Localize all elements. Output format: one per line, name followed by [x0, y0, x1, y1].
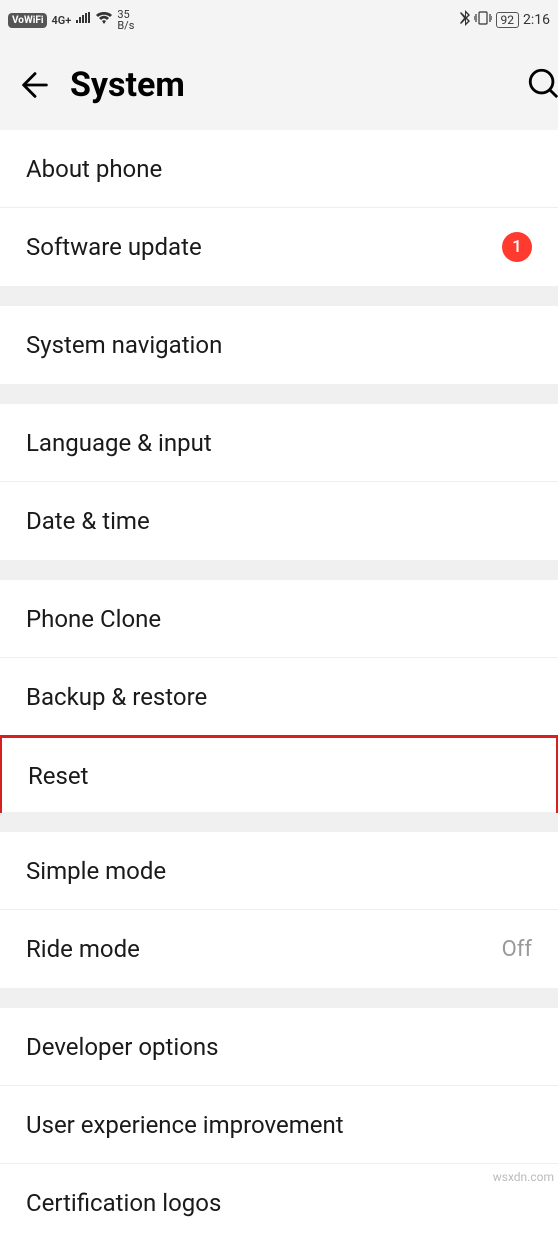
settings-group: Developer options User experience improve…: [0, 1008, 558, 1242]
row-developer-options[interactable]: Developer options: [0, 1008, 558, 1086]
status-left: VoWiFi 4G+ 35 B/s: [8, 9, 134, 31]
arrow-left-icon: [18, 68, 52, 102]
battery-indicator: 92: [496, 12, 520, 28]
settings-list: About phone Software update 1 System naviga…: [0, 130, 558, 1242]
row-language-input[interactable]: Language & input: [0, 404, 558, 482]
settings-group: About phone Software update 1: [0, 130, 558, 286]
vibrate-icon: [474, 11, 492, 29]
section-gap: [0, 988, 558, 1008]
row-software-update[interactable]: Software update 1: [0, 208, 558, 286]
app-header: System: [0, 40, 558, 130]
row-system-navigation[interactable]: System navigation: [0, 306, 558, 384]
wifi-icon: [95, 12, 113, 28]
speed-indicator: 35 B/s: [117, 9, 134, 31]
settings-group: Simple mode Ride mode Off: [0, 832, 558, 988]
row-certification-logos[interactable]: Certification logos: [0, 1164, 558, 1242]
section-gap: [0, 560, 558, 580]
back-button[interactable]: [10, 60, 60, 110]
row-about-phone[interactable]: About phone: [0, 130, 558, 208]
section-gap: [0, 384, 558, 404]
bluetooth-icon: [460, 10, 470, 30]
speed-unit: B/s: [117, 20, 134, 31]
search-button[interactable]: [526, 66, 558, 104]
page-title: System: [70, 65, 185, 105]
row-label: System navigation: [26, 331, 222, 359]
row-label: Reset: [28, 762, 88, 790]
section-gap: [0, 286, 558, 306]
row-label: About phone: [26, 155, 162, 183]
settings-group: System navigation: [0, 306, 558, 384]
row-label: Certification logos: [26, 1189, 221, 1217]
row-label: Backup & restore: [26, 683, 207, 711]
row-user-experience[interactable]: User experience improvement: [0, 1086, 558, 1164]
row-value: Off: [502, 937, 532, 962]
row-phone-clone[interactable]: Phone Clone: [0, 580, 558, 658]
row-reset[interactable]: Reset: [0, 735, 558, 813]
settings-group: Phone Clone Backup & restore Reset: [0, 580, 558, 813]
signal-icon: [75, 12, 91, 28]
status-bar: VoWiFi 4G+ 35 B/s 92 2:16: [0, 0, 558, 40]
row-label: Ride mode: [26, 935, 140, 963]
row-label: Phone Clone: [26, 605, 161, 633]
status-right: 92 2:16: [460, 10, 551, 30]
row-label: User experience improvement: [26, 1111, 344, 1139]
row-label: Date & time: [26, 507, 150, 535]
watermark: wsxdn.com: [493, 1170, 554, 1184]
network-indicator: 4G+: [51, 14, 71, 27]
settings-group: Language & input Date & time: [0, 404, 558, 560]
row-label: Language & input: [26, 429, 212, 457]
row-label: Simple mode: [26, 857, 166, 885]
notification-badge: 1: [502, 232, 532, 262]
row-backup-restore[interactable]: Backup & restore: [0, 658, 558, 736]
search-icon: [526, 66, 558, 100]
vowifi-badge: VoWiFi: [8, 13, 47, 28]
section-gap: [0, 812, 558, 832]
row-label: Developer options: [26, 1033, 219, 1061]
row-label: Software update: [26, 233, 202, 261]
row-ride-mode[interactable]: Ride mode Off: [0, 910, 558, 988]
row-simple-mode[interactable]: Simple mode: [0, 832, 558, 910]
row-date-time[interactable]: Date & time: [0, 482, 558, 560]
clock: 2:16: [523, 12, 550, 28]
